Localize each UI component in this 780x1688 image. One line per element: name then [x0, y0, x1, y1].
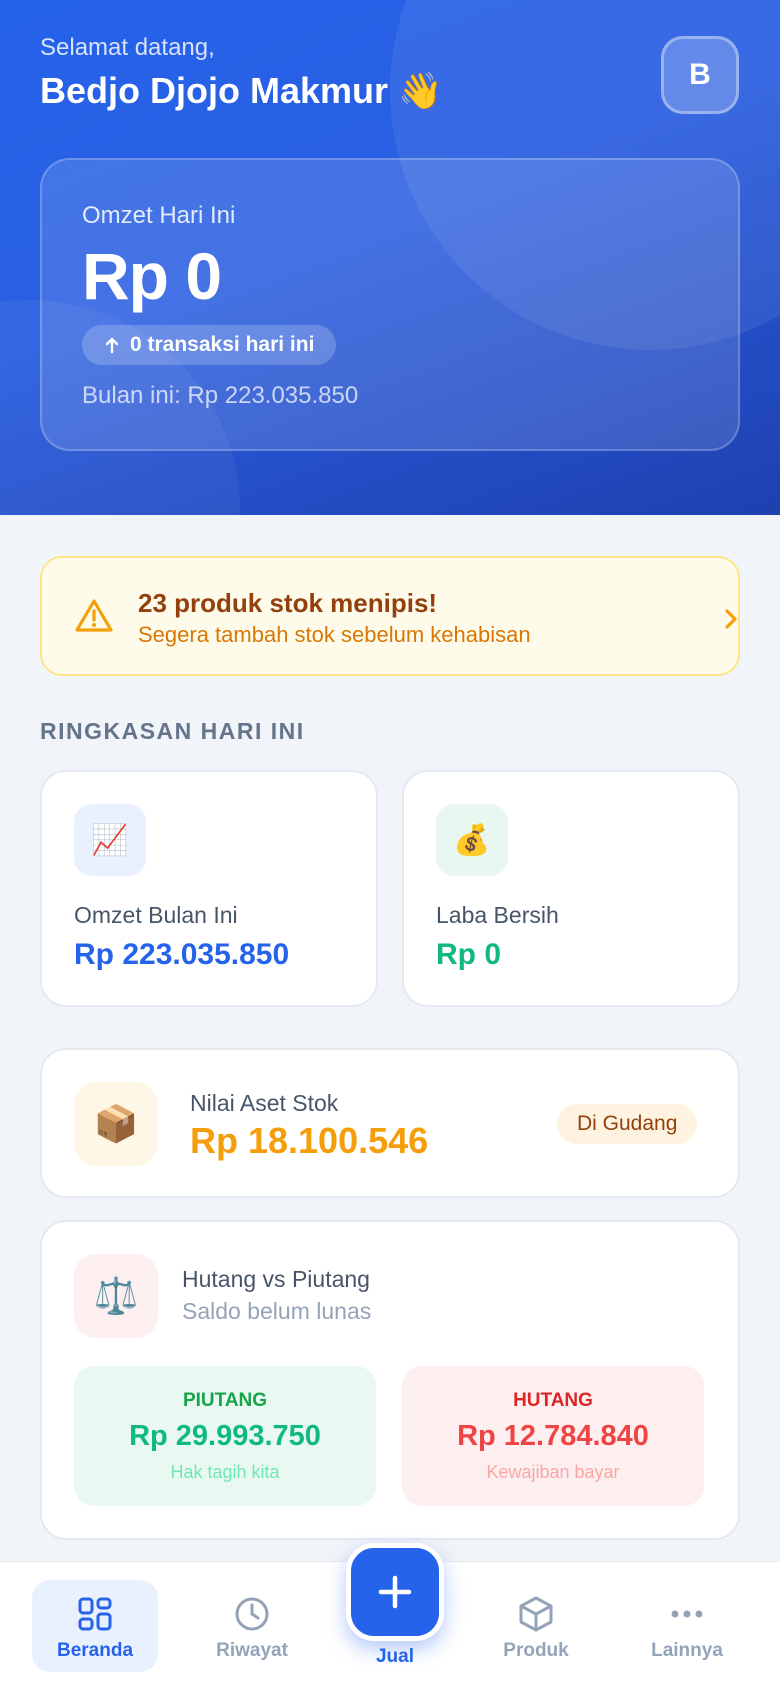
- today-sales-value: Rp 0: [82, 239, 222, 313]
- receivable-hint: Hak tagih kita: [170, 1462, 280, 1482]
- warehouse-badge: Di Gudang: [557, 1104, 698, 1144]
- nav-label-home: Beranda: [56, 1640, 134, 1661]
- receivable-box[interactable]: PIUTANG Rp 29.993.750 Hak tagih kita: [74, 1366, 376, 1506]
- today-sales-card: Omzet Hari Ini Rp 0 0 transaksi hari ini…: [40, 158, 740, 451]
- net-profit-label: Laba Bersih: [436, 902, 559, 928]
- avatar-button[interactable]: B: [661, 36, 739, 114]
- net-profit-value: Rp 0: [436, 938, 502, 971]
- plus-icon: [378, 1575, 412, 1609]
- alert-subtitle: Segera tambah stok sebelum kehabisan: [138, 622, 531, 647]
- more-dots-icon: [671, 1610, 703, 1618]
- nav-item-more[interactable]: Lainnya: [624, 1580, 750, 1672]
- payable-label: HUTANG: [513, 1390, 593, 1411]
- arrow-up-icon: [105, 337, 119, 354]
- nav-label-sell[interactable]: Jual: [346, 1646, 444, 1668]
- receivable-value: Rp 29.993.750: [129, 1420, 321, 1452]
- nav-item-home[interactable]: Beranda: [32, 1580, 158, 1672]
- user-name: Bedjo Djojo Makmur 👋: [40, 70, 443, 111]
- debt-receivable-card[interactable]: ⚖️ Hutang vs Piutang Saldo belum lunas P…: [40, 1220, 740, 1540]
- payable-box[interactable]: HUTANG Rp 12.784.840 Kewajiban bayar: [402, 1366, 704, 1506]
- nav-label-products: Produk: [503, 1640, 569, 1661]
- debt-title: Hutang vs Piutang: [182, 1266, 370, 1292]
- home-screen: Selamat datang, Bedjo Djojo Makmur 👋 B O…: [0, 0, 780, 1688]
- package-icon: 📦: [74, 1082, 158, 1166]
- money-bag-icon: 💰: [436, 804, 508, 876]
- scale-icon: ⚖️: [74, 1254, 158, 1338]
- nav-item-history[interactable]: Riwayat: [189, 1580, 315, 1672]
- nav-label-history: Riwayat: [216, 1640, 288, 1661]
- sell-fab-button[interactable]: [346, 1543, 444, 1641]
- warning-icon: [75, 599, 113, 632]
- today-sales-label: Omzet Hari Ini: [82, 202, 236, 229]
- monthly-revenue-value: Rp 223.035.850: [74, 938, 290, 971]
- box-icon: [519, 1596, 553, 1632]
- stock-asset-label: Nilai Aset Stok: [190, 1090, 339, 1116]
- greeting-text: Selamat datang,: [40, 34, 215, 61]
- monthly-revenue-card[interactable]: 📈 Omzet Bulan Ini Rp 223.035.850: [40, 770, 378, 1007]
- receivable-label: PIUTANG: [182, 1390, 268, 1411]
- clock-icon: [235, 1597, 269, 1631]
- net-profit-card[interactable]: 💰 Laba Bersih Rp 0: [402, 770, 740, 1007]
- chart-up-icon: 📈: [74, 804, 146, 876]
- transaction-count-pill: 0 transaksi hari ini: [82, 325, 337, 365]
- debt-subtitle: Saldo belum lunas: [182, 1298, 372, 1324]
- low-stock-alert[interactable]: 23 produk stok menipis! Segera tambah st…: [40, 556, 740, 676]
- transaction-count-text: 0 transaksi hari ini: [130, 333, 315, 356]
- payable-value: Rp 12.784.840: [457, 1420, 649, 1452]
- month-sales-text: Bulan ini: Rp 223.035.850: [82, 382, 359, 409]
- nav-label-more: Lainnya: [651, 1640, 723, 1661]
- grid-icon: [78, 1597, 112, 1631]
- payable-hint: Kewajiban bayar: [486, 1462, 620, 1482]
- monthly-revenue-label: Omzet Bulan Ini: [74, 902, 238, 928]
- chevron-right-icon: [725, 609, 737, 629]
- stock-asset-value: Rp 18.100.546: [190, 1120, 429, 1161]
- alert-title: 23 produk stok menipis!: [138, 588, 438, 618]
- section-title-summary: RINGKASAN HARI INI: [40, 718, 305, 744]
- nav-item-products[interactable]: Produk: [473, 1580, 599, 1672]
- header-hero: Selamat datang, Bedjo Djojo Makmur 👋 B O…: [0, 0, 780, 515]
- stock-asset-card[interactable]: 📦 Nilai Aset Stok Rp 18.100.546 Di Gudan…: [40, 1048, 740, 1198]
